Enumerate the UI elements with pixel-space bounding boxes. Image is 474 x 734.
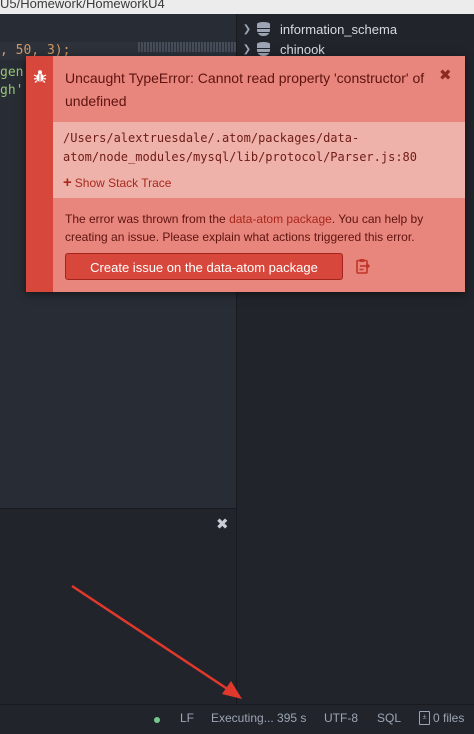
tree-item-label: information_schema: [280, 22, 397, 37]
window-title: U5/Homework/HomeworkU4: [0, 0, 165, 11]
show-stack-trace-link[interactable]: +Show Stack Trace: [63, 174, 171, 191]
close-icon[interactable]: ✖: [439, 66, 452, 84]
database-icon: [257, 42, 270, 57]
grammar-indicator[interactable]: SQL: [377, 711, 401, 725]
tree-item-label: chinook: [280, 42, 325, 57]
code-line[interactable]: gh': [0, 82, 23, 100]
error-notification: Uncaught TypeError: Cannot read property…: [26, 56, 465, 292]
description-text: The error was thrown from the: [65, 212, 229, 226]
notification-description: The error was thrown from the data-atom …: [65, 210, 459, 246]
status-bar: LF Executing... 395 s UTF-8 SQL ± 0 file…: [0, 704, 474, 734]
encoding-indicator[interactable]: UTF-8: [324, 711, 358, 725]
tree-item-information-schema[interactable]: ❯ information_schema: [237, 19, 397, 39]
changed-files-indicator[interactable]: 0 files: [433, 711, 464, 725]
query-executing-status[interactable]: Executing... 395 s: [211, 711, 306, 725]
bug-icon: [33, 69, 47, 83]
plus-icon: +: [63, 174, 72, 191]
chevron-right-icon[interactable]: ❯: [237, 44, 257, 55]
notification-strip: [26, 56, 53, 292]
results-panel: ✖: [0, 508, 236, 705]
line-ending-indicator[interactable]: LF: [180, 711, 194, 725]
stack-trace-label: Show Stack Trace: [75, 176, 172, 190]
chevron-right-icon[interactable]: ❯: [237, 24, 257, 35]
close-icon[interactable]: ✖: [216, 515, 229, 533]
file-icon: ±: [419, 711, 430, 725]
database-icon: [257, 22, 270, 37]
copy-to-clipboard-icon[interactable]: [356, 258, 370, 274]
window-titlebar: U5/Homework/HomeworkU4: [0, 0, 474, 14]
notification-detail: /Users/alextruesdale/.atom/packages/data…: [53, 122, 465, 198]
code-line[interactable]: gen: [0, 64, 23, 82]
notification-title: Uncaught TypeError: Cannot read property…: [65, 67, 425, 113]
minimap-strip: [138, 42, 236, 52]
error-file-path: /Users/alextruesdale/.atom/packages/data…: [63, 129, 453, 167]
create-issue-button[interactable]: Create issue on the data-atom package: [65, 253, 343, 280]
status-dot-icon: [154, 717, 160, 723]
package-link[interactable]: data-atom package: [229, 212, 332, 226]
